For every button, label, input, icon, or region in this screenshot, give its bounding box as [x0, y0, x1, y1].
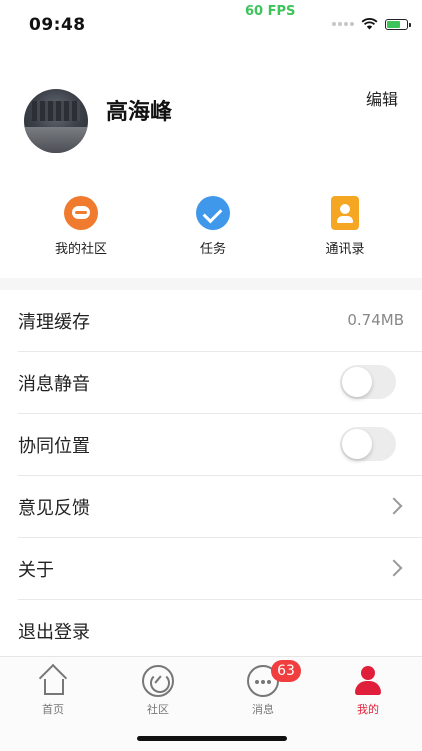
- about-row[interactable]: 关于: [18, 538, 422, 600]
- mute-toggle[interactable]: [340, 365, 396, 399]
- tab-community-label: 社区: [147, 703, 169, 716]
- contacts-button[interactable]: 通讯录: [295, 196, 395, 257]
- settings-list: 清理缓存 0.74MB 消息静音 协同位置 意见反馈 关于 退出登录: [0, 290, 422, 661]
- location-toggle[interactable]: [340, 427, 396, 461]
- avatar[interactable]: [24, 89, 88, 153]
- about-label: 关于: [18, 560, 54, 581]
- feedback-label: 意见反馈: [18, 498, 90, 519]
- contacts-icon: [331, 196, 359, 230]
- user-name: 高海峰: [106, 100, 173, 125]
- chevron-right-icon: [385, 559, 403, 577]
- my-community-button[interactable]: 我的社区: [31, 196, 131, 257]
- cache-size-value: 0.74MB: [347, 311, 404, 329]
- clear-cache-label: 清理缓存: [18, 312, 90, 333]
- tab-me[interactable]: 我的: [328, 665, 408, 717]
- logout-row[interactable]: 退出登录: [18, 600, 422, 661]
- home-icon: [37, 665, 69, 697]
- community-chat-icon: [64, 196, 98, 230]
- location-row: 协同位置: [18, 414, 422, 476]
- my-community-label: 我的社区: [54, 242, 107, 257]
- tab-messages-label: 消息: [252, 703, 274, 716]
- chevron-right-icon: [385, 497, 403, 515]
- mute-label: 消息静音: [18, 374, 90, 395]
- status-time: 09:48: [29, 15, 86, 35]
- tab-me-label: 我的: [357, 703, 379, 716]
- signal-icon: [332, 22, 354, 26]
- tab-community[interactable]: 社区: [118, 665, 198, 717]
- logout-label: 退出登录: [18, 622, 90, 643]
- mute-row: 消息静音: [18, 352, 422, 414]
- clear-cache-row[interactable]: 清理缓存 0.74MB: [18, 290, 422, 352]
- status-bar: 09:48 60 FPS: [0, 0, 422, 44]
- feedback-row[interactable]: 意见反馈: [18, 476, 422, 538]
- community-icon: [142, 665, 174, 697]
- tab-home-label: 首页: [42, 703, 64, 716]
- task-label: 任务: [199, 242, 226, 257]
- wifi-icon: [361, 18, 378, 30]
- task-button[interactable]: 任务: [163, 196, 263, 257]
- tab-home[interactable]: 首页: [13, 665, 93, 717]
- section-divider: [0, 278, 422, 290]
- person-icon: [352, 665, 384, 697]
- battery-icon: [385, 18, 411, 30]
- unread-badge: 63: [271, 660, 301, 682]
- contacts-label: 通讯录: [325, 242, 365, 257]
- edit-profile-button[interactable]: 编辑: [366, 86, 398, 110]
- home-indicator: [137, 736, 287, 741]
- status-indicators: [332, 18, 411, 30]
- task-check-icon: [196, 196, 230, 230]
- location-label: 协同位置: [18, 436, 90, 457]
- fps-counter: 60 FPS: [245, 4, 296, 19]
